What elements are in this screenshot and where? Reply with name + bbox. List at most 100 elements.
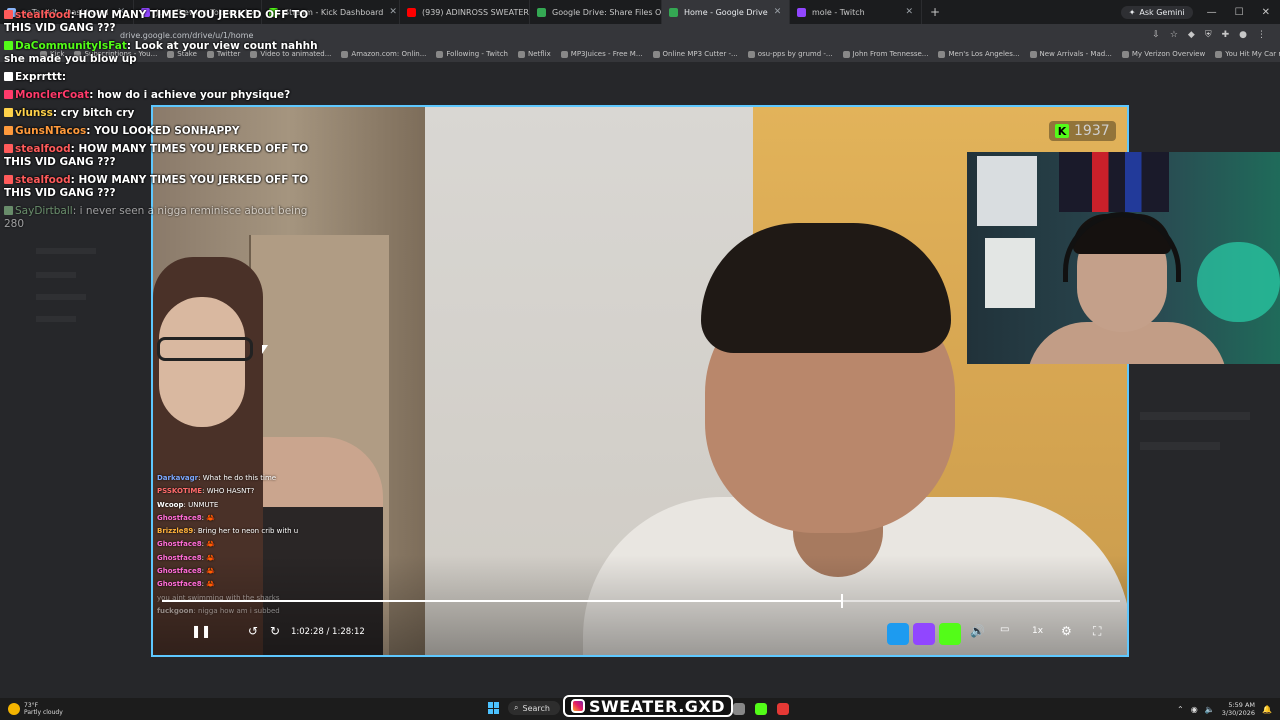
- extension-icon[interactable]: ◆: [1188, 30, 1195, 40]
- bookmark-favicon-icon: [1215, 50, 1223, 58]
- bookmark-item[interactable]: New Arrivals - Mad...: [1029, 50, 1112, 58]
- bookmark-favicon-icon: [341, 50, 349, 58]
- bookmark-favicon-icon: [1121, 50, 1129, 58]
- bookmark-item[interactable]: Online MP3 Cutter -...: [652, 50, 738, 58]
- bookmark-item[interactable]: Netflix: [517, 50, 551, 58]
- drive-file-ghost: [1140, 412, 1250, 420]
- glasses: [157, 337, 253, 361]
- bookmark-item[interactable]: MP3Juices - Free M...: [560, 50, 643, 58]
- bookmark-item[interactable]: Men's Los Angeles...: [938, 50, 1020, 58]
- volume-icon[interactable]: 🔊: [970, 624, 985, 638]
- chrome-app-icon[interactable]: [733, 703, 745, 715]
- puzzle-icon[interactable]: ✚: [1222, 30, 1230, 40]
- chat-message: GunsNTacos: YOU LOOKED SONHAPPY: [4, 125, 324, 138]
- chat-text: cry bitch cry: [60, 107, 135, 119]
- close-tab-icon[interactable]: ✕: [768, 7, 782, 17]
- close-tab-icon[interactable]: ✕: [899, 7, 913, 17]
- chat-message: SayDirtball: i never seen a nigga remini…: [4, 205, 308, 230]
- facecam-banner: [1059, 152, 1169, 212]
- bookmark-item[interactable]: John From Tennesse...: [842, 50, 928, 58]
- install-icon[interactable]: ⇩: [1152, 30, 1160, 40]
- rewind-icon[interactable]: ↺: [248, 624, 258, 638]
- chat-username[interactable]: Exprrttt: [15, 71, 62, 83]
- in-video-chat-text: 🦀: [206, 567, 215, 576]
- bookmark-item[interactable]: Amazon.com: Onlin...: [341, 50, 426, 58]
- menu-icon[interactable]: ⋮: [1257, 30, 1266, 40]
- kick-app-icon[interactable]: [755, 703, 767, 715]
- chat-message: DaCommunityIsFat: Look at your view coun…: [4, 40, 318, 65]
- chat-username[interactable]: DaCommunityIsFat: [15, 40, 127, 52]
- network-icon[interactable]: ◉: [1191, 705, 1198, 714]
- chevron-up-icon[interactable]: ⌃: [1177, 705, 1184, 714]
- chat-username[interactable]: MonclerCoat: [15, 89, 89, 101]
- in-video-chat: Darkavagr: What he do this time PSSKOTIME…: [157, 472, 377, 618]
- time-display: 1:02:28 / 1:28:12: [291, 627, 365, 637]
- chat-message: vlunss: cry bitch cry: [4, 107, 324, 120]
- close-tab-icon[interactable]: ✕: [383, 7, 397, 17]
- in-video-chat-user: PSSKOTIME: [157, 487, 203, 496]
- kick-logo-icon: K: [1055, 124, 1069, 138]
- bookmark-favicon-icon: [842, 50, 850, 58]
- pause-icon[interactable]: ❚❚: [191, 624, 211, 638]
- chat-badge-icon: [4, 41, 13, 50]
- browser-tab-active[interactable]: Home - Google Drive ✕: [662, 0, 790, 24]
- windows-start-icon[interactable]: [488, 702, 500, 714]
- shield-icon[interactable]: ⛨: [1205, 30, 1212, 40]
- chat-message: stealfood: HOW MANY TIMES YOU JERKED OFF…: [4, 143, 309, 168]
- ask-gemini-button[interactable]: ✦ Ask Gemini: [1120, 5, 1193, 19]
- chat-badge-icon: [4, 126, 13, 135]
- chat-username[interactable]: stealfood: [15, 143, 71, 155]
- seek-bar-thumb[interactable]: [841, 594, 843, 608]
- in-video-chat-line: Ghostface8: 🦀: [157, 567, 215, 576]
- playback-speed[interactable]: 1x: [1032, 626, 1043, 636]
- notification-icon[interactable]: 🔔: [1262, 705, 1272, 714]
- volume-tray-icon[interactable]: 🔈: [1205, 705, 1215, 714]
- in-video-chat-text: Bring her to neon crib with u: [197, 527, 299, 536]
- fullscreen-icon[interactable]: ⛶: [1093, 624, 1101, 639]
- chat-username[interactable]: SayDirtball: [15, 205, 73, 217]
- chat-badge-icon: [4, 144, 13, 153]
- taskbar-search[interactable]: ⌕ Search: [508, 701, 560, 715]
- profile-icon[interactable]: ●: [1239, 30, 1247, 40]
- drive-nav-ghost: [36, 316, 76, 322]
- chat-message: stealfood: HOW MANY TIMES YOU JERKED OFF…: [4, 174, 309, 199]
- browser-tab[interactable]: (939) ADINROSS SWEATERGXD...✕: [400, 0, 530, 24]
- browser-tab[interactable]: Google Drive: Share Files Online✕: [530, 0, 662, 24]
- bookmark-favicon-icon: [1029, 50, 1037, 58]
- maximize-icon[interactable]: ☐: [1235, 7, 1244, 18]
- in-video-chat-user: Darkavagr: [157, 474, 199, 482]
- chat-username[interactable]: GunsNTacos: [15, 125, 86, 137]
- instagram-icon: [571, 699, 585, 713]
- in-video-chat-user: Ghostface8: [157, 540, 202, 549]
- minimize-icon[interactable]: —: [1207, 7, 1217, 18]
- close-window-icon[interactable]: ✕: [1262, 7, 1270, 18]
- forward-icon[interactable]: ↻: [270, 624, 280, 638]
- star-icon[interactable]: ☆: [1170, 30, 1178, 40]
- seek-bar[interactable]: [162, 594, 1120, 608]
- in-video-chat-text: 🦀: [206, 553, 215, 562]
- clock[interactable]: 5:59 AM 3/30/2026: [1222, 701, 1255, 717]
- captions-icon[interactable]: ▭: [1000, 624, 1009, 635]
- tab-favicon-icon: [669, 8, 678, 17]
- chat-badge-icon: [4, 108, 13, 117]
- settings-gear-icon[interactable]: ⚙: [1061, 624, 1072, 638]
- in-video-chat-user: Ghostface8: [157, 513, 202, 522]
- twitter-icon: [887, 623, 909, 645]
- bookmark-favicon-icon: [517, 50, 525, 58]
- in-video-chat-user: Ghostface8: [157, 567, 202, 576]
- browser-tab[interactable]: mole - Twitch ✕: [790, 0, 922, 24]
- bookmark-item[interactable]: My Verizon Overview: [1121, 50, 1205, 58]
- new-tab-button[interactable]: +: [930, 5, 940, 19]
- chat-username[interactable]: vlunss: [15, 107, 53, 119]
- recorder-app-icon[interactable]: [777, 703, 789, 715]
- chat-username[interactable]: stealfood: [15, 9, 71, 21]
- in-video-chat-text: 🦀: [206, 540, 215, 549]
- facecam-jersey: [977, 156, 1037, 226]
- chat-username[interactable]: stealfood: [15, 174, 71, 186]
- mouse-cursor-icon: [262, 345, 268, 354]
- weather-widget[interactable]: 73°F Partly cloudy: [8, 702, 63, 716]
- bookmark-favicon-icon: [938, 50, 946, 58]
- bookmark-item[interactable]: osu-pps by grumd -...: [747, 50, 833, 58]
- bookmark-item[interactable]: You Hit My Car reac...: [1215, 50, 1280, 58]
- bookmark-item[interactable]: Following - Twitch: [436, 50, 508, 58]
